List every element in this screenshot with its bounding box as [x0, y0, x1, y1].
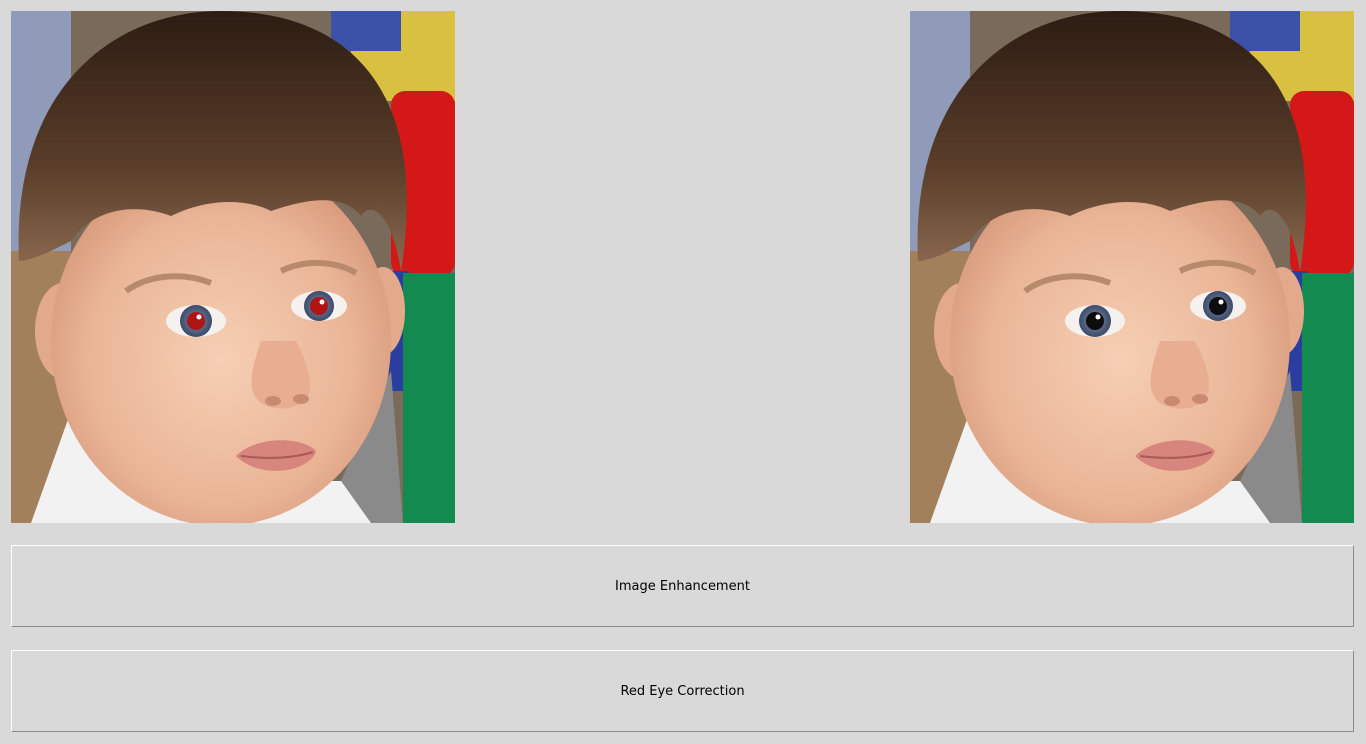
app-window: Image Enhancement Red Eye Correction: [0, 0, 1366, 744]
red-eye-correction-label: Red Eye Correction: [620, 683, 745, 699]
corrected-image: [910, 11, 1354, 523]
red-eye-correction-button[interactable]: Red Eye Correction: [11, 650, 1354, 732]
image-enhancement-button[interactable]: Image Enhancement: [11, 545, 1354, 627]
child-portrait-red-eye-icon: [11, 11, 455, 523]
child-portrait-corrected-icon: [910, 11, 1354, 523]
original-image: [11, 11, 455, 523]
image-enhancement-label: Image Enhancement: [615, 578, 750, 594]
